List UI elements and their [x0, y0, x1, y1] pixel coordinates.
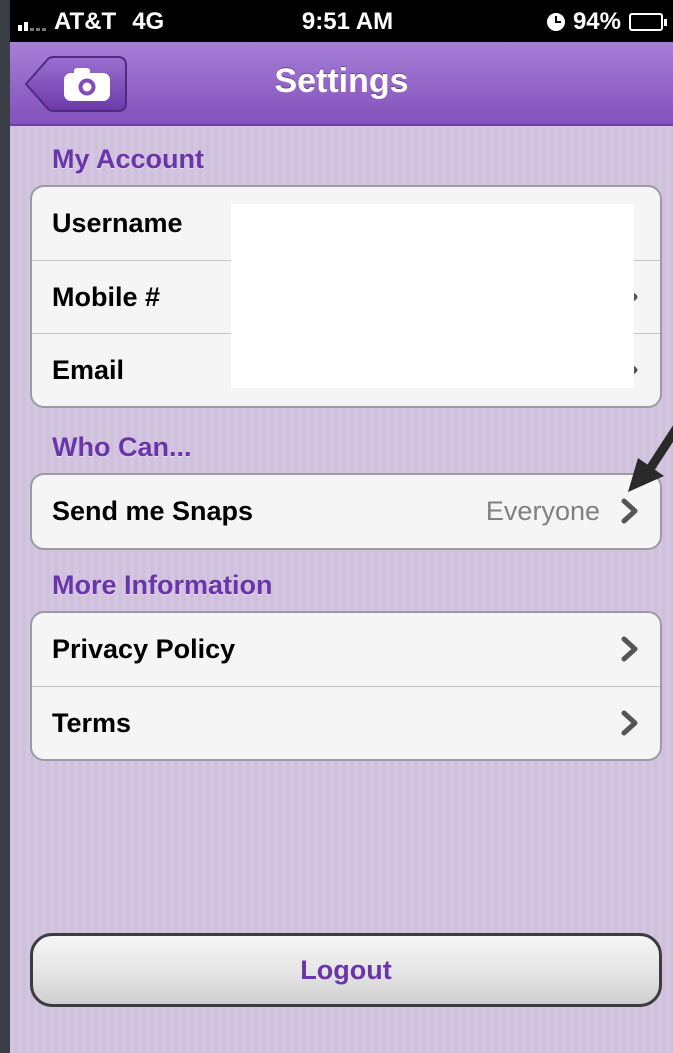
phone-screen: AT&T 4G 9:51 AM 94% Settings My Account … — [10, 0, 673, 1053]
annotation-arrow-icon — [628, 425, 673, 492]
email-label: Email — [52, 354, 125, 385]
alarm-clock-icon — [546, 13, 565, 31]
status-right: 94% — [546, 8, 667, 36]
logout-button[interactable]: Logout — [30, 933, 662, 1007]
battery-icon — [629, 13, 667, 31]
privacy-policy-row[interactable]: Privacy Policy — [32, 613, 660, 686]
send-me-snaps-row[interactable]: Send me Snaps Everyone — [32, 475, 660, 548]
redaction-box — [231, 204, 634, 388]
chevron-right-icon — [621, 498, 638, 524]
chevron-right-icon — [621, 710, 638, 736]
mobile-label: Mobile # — [52, 281, 161, 312]
section-header-my-account: My Account — [52, 144, 205, 174]
privacy-policy-label: Privacy Policy — [52, 634, 236, 664]
chevron-right-icon — [621, 636, 638, 662]
send-me-snaps-value: Everyone — [485, 496, 600, 526]
more-information-group: Privacy Policy Terms — [30, 611, 662, 761]
section-header-more-information: More Information — [52, 570, 273, 600]
terms-row[interactable]: Terms — [32, 686, 660, 759]
navigation-bar: Settings — [10, 42, 673, 126]
send-me-snaps-label: Send me Snaps — [52, 496, 254, 526]
section-header-who-can: Who Can... — [52, 432, 192, 462]
username-label: Username — [52, 208, 183, 238]
terms-label: Terms — [52, 707, 132, 738]
page-title: Settings — [274, 62, 409, 100]
who-can-group: Send me Snaps Everyone — [30, 473, 662, 550]
battery-percent: 94% — [572, 8, 621, 35]
status-bar: AT&T 4G 9:51 AM 94% — [10, 0, 673, 42]
